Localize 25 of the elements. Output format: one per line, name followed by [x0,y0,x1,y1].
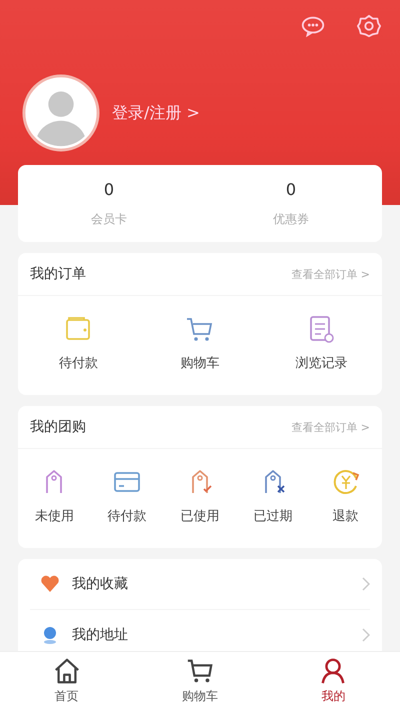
heart-icon [40,574,60,594]
section-title: 我的订单 [30,265,86,283]
shortcut-item[interactable]: 退款 [316,467,376,525]
menu-item[interactable]: 我的收藏 [30,559,370,610]
shortcut-item[interactable]: 已过期 [242,467,303,525]
shortcut-item[interactable]: 待付款 [97,467,158,525]
section-title: 我的团购 [30,418,86,436]
shortcut-item[interactable]: 未使用 [24,467,84,525]
shortcut-item[interactable]: 购物车 [170,314,230,372]
chevron-icon [362,577,370,591]
avatar[interactable] [22,74,100,152]
settings-icon[interactable] [356,14,382,38]
tab[interactable]: 首页 [16,652,117,710]
home-icon [52,657,81,685]
message-icon[interactable] [300,14,326,38]
stat-value: 0 [286,180,296,198]
chevron-icon [362,628,370,642]
shortcut-item[interactable]: 浏览记录 [291,314,352,372]
cart-icon [186,657,214,685]
shortcut-item[interactable]: 已使用 [170,467,230,525]
shortcut-item[interactable]: 待付款 [48,314,109,372]
tab[interactable]: 我的 [283,652,384,710]
stat-value: 0 [104,180,114,198]
tab[interactable]: 购物车 [150,652,250,710]
person-icon [319,657,348,685]
